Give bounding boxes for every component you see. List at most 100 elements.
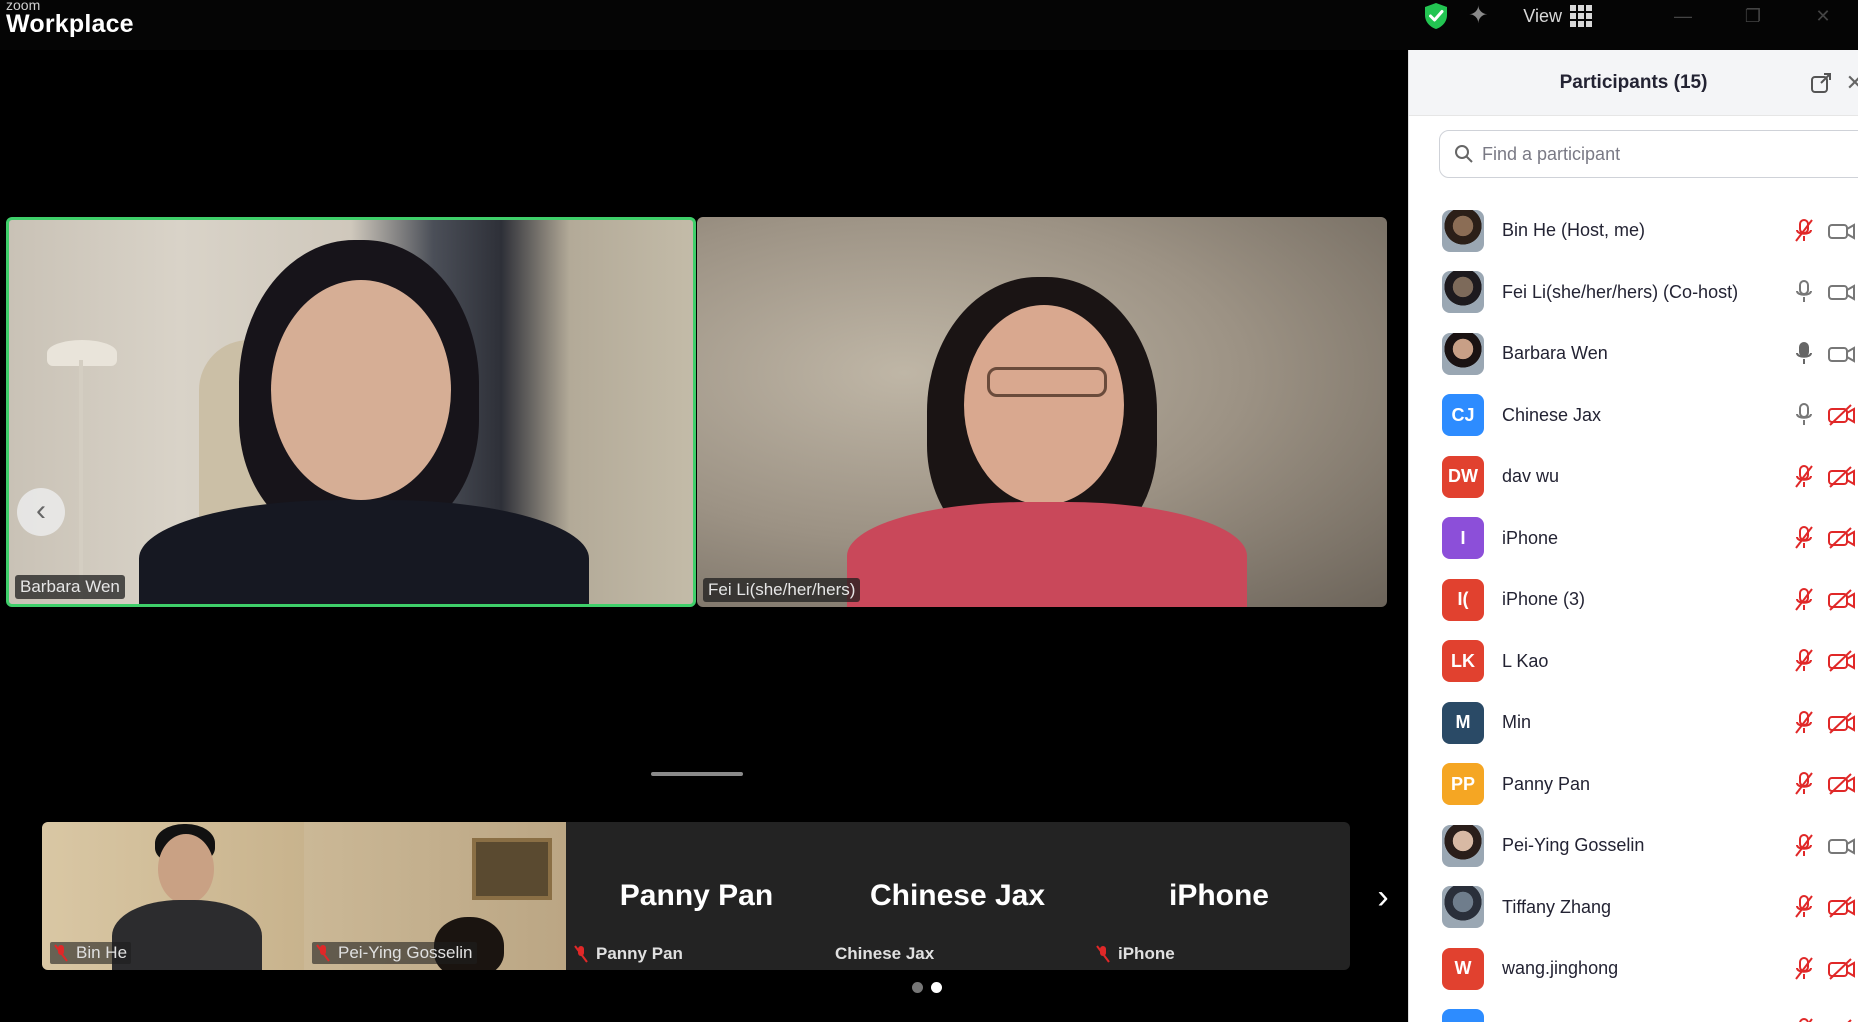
- participant-avatar-initials: WL: [1442, 1009, 1484, 1022]
- participant-row[interactable]: IiPhone: [1409, 508, 1858, 570]
- gallery-resize-handle[interactable]: [651, 772, 743, 776]
- participant-avatar-initials: CJ: [1442, 394, 1484, 437]
- page-dot-1[interactable]: [912, 982, 923, 993]
- security-shield-icon[interactable]: [1423, 2, 1449, 30]
- person-torso: [112, 900, 262, 970]
- mic-muted-icon[interactable]: [1793, 648, 1815, 674]
- camera-off-icon[interactable]: [1827, 403, 1857, 427]
- camera-off-icon[interactable]: [1827, 526, 1857, 550]
- mic-muted-icon[interactable]: [1793, 894, 1815, 920]
- search-input[interactable]: [1482, 143, 1842, 165]
- thumbnail-panny-pan[interactable]: Panny Pan Panny Pan: [566, 822, 827, 970]
- thumbnail-label-text: Pei-Ying Gosselin: [338, 943, 473, 962]
- mic-icon[interactable]: [1793, 402, 1815, 428]
- mic-muted-icon[interactable]: [1793, 1017, 1815, 1022]
- mic-muted-icon[interactable]: [1793, 771, 1815, 797]
- participant-row[interactable]: PP Panny Pan: [1409, 754, 1858, 816]
- close-panel-icon[interactable]: ✕: [1846, 70, 1858, 96]
- thumbnail-display-name: Panny Pan: [619, 879, 774, 912]
- participant-avatar-initials: M: [1442, 701, 1484, 744]
- mic-muted-icon[interactable]: [1793, 525, 1815, 551]
- thumbnail-label-text: Panny Pan: [596, 944, 683, 963]
- camera-off-icon[interactable]: [1827, 957, 1857, 981]
- thumbnail-label: Chinese Jax: [835, 944, 934, 964]
- camera-off-icon[interactable]: [1827, 649, 1857, 673]
- video-tile-fei-li[interactable]: Fei Li(she/her/hers): [697, 217, 1387, 607]
- participant-row[interactable]: LK L Kao: [1409, 631, 1858, 693]
- thumbnail-label: Panny Pan: [574, 944, 683, 964]
- thumbnail-display-name: Chinese Jax: [869, 879, 1046, 912]
- participant-row[interactable]: WLWei Li: [1409, 1000, 1858, 1022]
- camera-off-icon[interactable]: [1827, 1018, 1857, 1022]
- thumbnail-iphone[interactable]: iPhone iPhone: [1088, 822, 1350, 970]
- mic-muted-icon: [574, 945, 588, 963]
- brand-name: Workplace: [6, 10, 134, 38]
- grid-icon: [1570, 5, 1592, 27]
- participant-avatar-photo: [1442, 332, 1484, 375]
- participant-name: Fei Li(she/her/hers) (Co-host): [1502, 281, 1739, 302]
- minimize-button[interactable]: —: [1648, 6, 1718, 27]
- mic-icon[interactable]: [1793, 279, 1815, 305]
- participants-title: Participants (15): [1559, 72, 1708, 93]
- person-torso: [139, 500, 589, 604]
- window-close-button[interactable]: ✕: [1788, 6, 1858, 27]
- mic-speaking-icon[interactable]: [1793, 341, 1815, 367]
- ai-companion-sparkle-icon[interactable]: ✦: [1465, 3, 1491, 29]
- participants-panel: Participants (15) ✕ Bin He (Host, me) Fei…: [1408, 50, 1858, 1022]
- mic-muted-icon[interactable]: [1793, 587, 1815, 613]
- thumbnail-label-text: iPhone: [1118, 944, 1175, 963]
- previous-page-button[interactable]: ‹: [17, 488, 65, 536]
- participant-row[interactable]: Wwang.jinghong: [1409, 938, 1858, 1000]
- camera-off-icon[interactable]: [1827, 895, 1857, 919]
- mic-muted-icon[interactable]: [1793, 710, 1815, 736]
- camera-off-icon[interactable]: [1827, 772, 1857, 796]
- thumbnail-label-text: Bin He: [76, 943, 128, 962]
- participant-row[interactable]: M Min: [1409, 692, 1858, 754]
- thumbnail-label: iPhone: [1096, 944, 1175, 964]
- thumbnail-label-text: Chinese Jax: [835, 944, 935, 963]
- search-icon: [1455, 145, 1473, 163]
- participant-row[interactable]: Bin He (Host, me): [1409, 200, 1858, 262]
- camera-icon[interactable]: [1827, 219, 1857, 243]
- lamp-pole: [79, 360, 83, 600]
- view-button[interactable]: View: [1523, 5, 1592, 27]
- thumbnail-chinese-jax[interactable]: Chinese Jax Chinese Jax: [827, 822, 1088, 970]
- participant-row[interactable]: DW dav wu: [1409, 446, 1858, 508]
- participant-avatar-initials: LK: [1442, 640, 1484, 683]
- participant-name: Panny Pan: [1502, 773, 1591, 794]
- camera-icon[interactable]: [1827, 834, 1857, 858]
- next-page-button[interactable]: ›: [1368, 872, 1398, 922]
- maximize-button[interactable]: ❐: [1718, 6, 1788, 27]
- participant-row[interactable]: CJ Chinese Jax: [1409, 385, 1858, 447]
- thumbnail-video-bin-he[interactable]: Bin He: [42, 822, 304, 970]
- wall-picture: [472, 838, 552, 900]
- mic-muted-icon[interactable]: [1793, 956, 1815, 982]
- thumbnail-strip: Bin He Pei-Ying Gosselin Panny Pan Panny…: [42, 822, 1350, 970]
- camera-icon[interactable]: [1827, 280, 1857, 304]
- mic-muted-icon[interactable]: [1793, 464, 1815, 490]
- camera-off-icon[interactable]: [1827, 465, 1857, 489]
- thumbnail-video-pei-ying-gosselin[interactable]: Pei-Ying Gosselin: [304, 822, 566, 970]
- pop-out-icon[interactable]: [1810, 72, 1832, 94]
- glasses-shape: [987, 367, 1107, 397]
- mic-muted-icon[interactable]: [1793, 833, 1815, 859]
- participant-row[interactable]: Fei Li(she/her/hers) (Co-host): [1409, 262, 1858, 324]
- camera-icon[interactable]: [1827, 342, 1857, 366]
- mic-muted-icon: [1096, 945, 1110, 963]
- participant-search[interactable]: [1439, 130, 1858, 178]
- camera-off-icon[interactable]: [1827, 711, 1857, 735]
- video-tile-barbara-wen[interactable]: Barbara Wen: [6, 217, 696, 607]
- mic-muted-icon[interactable]: [1793, 218, 1815, 244]
- participant-row[interactable]: I(iPhone (3): [1409, 569, 1858, 631]
- camera-off-icon[interactable]: [1827, 588, 1857, 612]
- participant-avatar-photo: [1442, 209, 1484, 252]
- participant-name: Chinese Jax: [1502, 404, 1602, 425]
- participant-row[interactable]: Pei-Ying Gosselin: [1409, 815, 1858, 877]
- participant-row[interactable]: Tiffany Zhang: [1409, 877, 1858, 939]
- person-torso: [847, 502, 1247, 607]
- participant-name: Bin He (Host, me): [1502, 220, 1646, 241]
- participant-row[interactable]: Barbara Wen: [1409, 323, 1858, 385]
- person-face: [158, 834, 214, 904]
- page-dot-2[interactable]: [931, 982, 942, 993]
- participant-name: Min: [1502, 712, 1532, 733]
